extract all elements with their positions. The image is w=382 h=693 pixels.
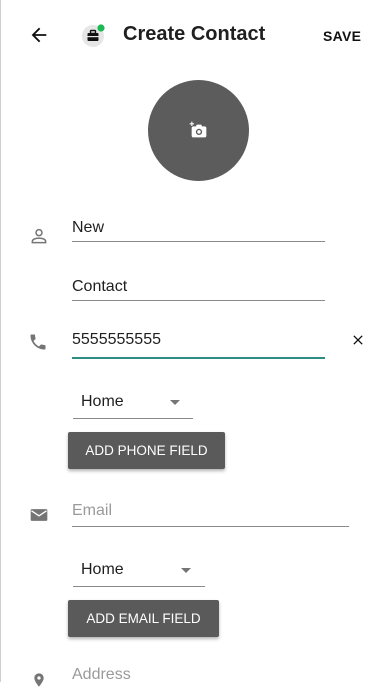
arrow-left-icon [31,27,47,43]
address-field[interactable]: Address [72,666,349,683]
first-name-value: New [72,219,105,236]
briefcase-badge-icon [82,24,105,47]
account-selector[interactable] [80,22,108,50]
add-photo-icon [189,121,206,137]
chevron-down-icon [181,568,191,573]
clear-phone-button[interactable] [348,330,368,350]
save-button[interactable]: SAVE [323,28,361,44]
first-name-field[interactable]: New [72,218,325,244]
page-title: Create Contact [123,23,266,45]
phone-type-underline [73,418,193,419]
contact-photo-button[interactable] [148,80,249,181]
phone-type-value: Home [81,393,124,410]
back-button[interactable] [26,22,52,48]
email-type-dropdown[interactable]: Home [73,559,205,587]
add-email-field-button[interactable]: ADD EMAIL FIELD [68,600,219,637]
email-type-value: Home [81,561,124,578]
phone-icon [28,332,48,357]
close-icon [353,335,363,345]
add-phone-field-button[interactable]: ADD PHONE FIELD [68,432,225,469]
phone-type-dropdown[interactable]: Home [73,391,193,419]
email-type-underline [73,586,205,587]
address-placeholder: Address [72,666,131,683]
location-pin-icon [31,672,47,693]
email-icon [29,506,49,529]
email-field[interactable]: Email [72,500,349,528]
last-name-underline [72,300,325,301]
email-placeholder: Email [72,502,113,519]
left-edge-divider [0,0,1,682]
last-name-value: Contact [72,278,128,295]
phone-number-field[interactable]: 5555555555 [72,330,325,360]
last-name-field[interactable]: Contact [72,277,325,303]
email-underline [72,526,349,527]
phone-number-underline [72,357,325,359]
chevron-down-icon [170,400,180,405]
person-icon [29,226,49,251]
phone-number-value: 5555555555 [72,331,161,348]
first-name-underline [72,241,325,242]
